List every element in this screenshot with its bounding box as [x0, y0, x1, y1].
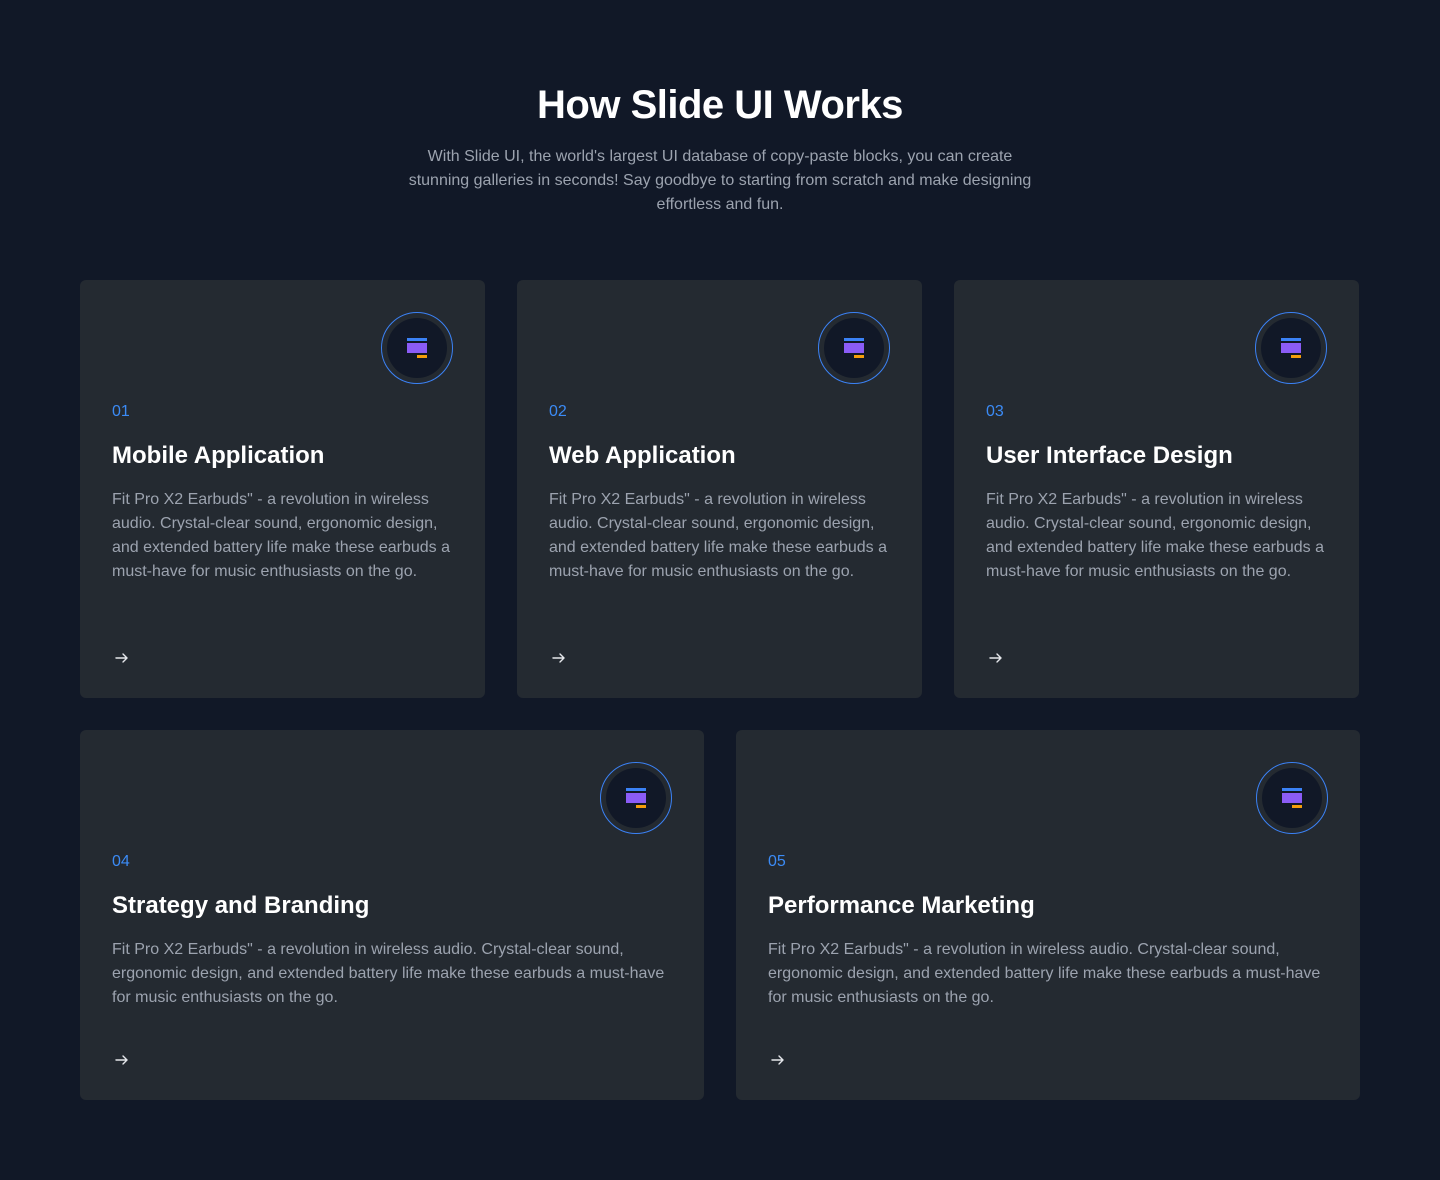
arrow-right-icon[interactable]: [549, 648, 569, 668]
step-number: 01: [112, 403, 130, 420]
step-number: 02: [549, 403, 567, 420]
arrow-right-icon[interactable]: [112, 1050, 132, 1070]
card-title: Strategy and Branding: [112, 892, 370, 919]
layers-icon: [818, 312, 890, 384]
card-description: Fit Pro X2 Earbuds" - a revolution in wi…: [112, 941, 665, 1006]
card-title: User Interface Design: [986, 442, 1233, 469]
layers-icon: [381, 312, 453, 384]
card-title: Web Application: [549, 442, 736, 469]
card-user-interface-design: 03 User Interface Design Fit Pro X2 Earb…: [954, 280, 1359, 698]
step-number: 05: [768, 853, 786, 870]
section-subtitle: With Slide UI, the world's largest UI da…: [408, 148, 1032, 213]
arrow-right-icon[interactable]: [112, 648, 132, 668]
card-mobile-application: 01 Mobile Application Fit Pro X2 Earbuds…: [80, 280, 485, 698]
how-it-works-section: How Slide UI Works With Slide UI, the wo…: [0, 0, 1440, 1180]
layers-icon: [1255, 312, 1327, 384]
card-title: Mobile Application: [112, 442, 325, 469]
layers-icon: [600, 762, 672, 834]
layers-icon: [1256, 762, 1328, 834]
card-description: Fit Pro X2 Earbuds" - a revolution in wi…: [549, 491, 887, 580]
card-description: Fit Pro X2 Earbuds" - a revolution in wi…: [768, 941, 1321, 1006]
section-header: How Slide UI Works With Slide UI, the wo…: [400, 80, 1040, 217]
card-performance-marketing: 05 Performance Marketing Fit Pro X2 Earb…: [736, 730, 1360, 1100]
step-number: 03: [986, 403, 1004, 420]
cards-row-bottom: 04 Strategy and Branding Fit Pro X2 Earb…: [80, 730, 1360, 1100]
arrow-right-icon[interactable]: [768, 1050, 788, 1070]
card-description: Fit Pro X2 Earbuds" - a revolution in wi…: [986, 491, 1324, 580]
card-web-application: 02 Web Application Fit Pro X2 Earbuds" -…: [517, 280, 922, 698]
section-title: How Slide UI Works: [537, 83, 903, 127]
card-description: Fit Pro X2 Earbuds" - a revolution in wi…: [112, 491, 450, 580]
card-strategy-and-branding: 04 Strategy and Branding Fit Pro X2 Earb…: [80, 730, 704, 1100]
arrow-right-icon[interactable]: [986, 648, 1006, 668]
step-number: 04: [112, 853, 130, 870]
cards-row-top: 01 Mobile Application Fit Pro X2 Earbuds…: [80, 280, 1360, 698]
card-title: Performance Marketing: [768, 892, 1035, 919]
